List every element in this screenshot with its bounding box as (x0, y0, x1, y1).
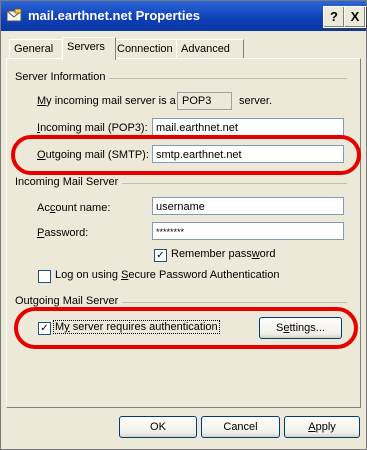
mail-envelope-icon (6, 8, 22, 22)
incoming-mail-field[interactable]: mail.earthnet.net (152, 118, 344, 136)
remember-password-label: Remember password (171, 248, 276, 260)
requires-auth-checkbox[interactable]: ✓ (38, 322, 51, 335)
password-field[interactable]: ******** (152, 222, 344, 240)
properties-dialog: mail.earthnet.net Properties ? X General… (0, 0, 367, 450)
ok-button[interactable]: OK (119, 416, 197, 438)
servers-tab-panel: Server Information My incoming mail serv… (6, 58, 361, 408)
tab-general[interactable]: General (9, 39, 67, 59)
incoming-server-heading: Incoming Mail Server (15, 176, 123, 188)
title-bar[interactable]: mail.earthnet.net Properties ? X (1, 1, 366, 31)
incoming-type-label: My incoming mail server is a (37, 95, 176, 107)
requires-auth-label: My server requires authentication (53, 320, 220, 334)
apply-button[interactable]: Apply (284, 416, 360, 438)
outgoing-server-heading: Outgoing Mail Server (15, 295, 123, 307)
spa-label: Log on using Secure Password Authenticat… (55, 269, 280, 281)
incoming-type-suffix: server. (239, 95, 273, 107)
incoming-type-value: POP3 (177, 92, 232, 110)
outgoing-mail-label: Outgoing mail (SMTP): (37, 149, 149, 161)
incoming-mail-label: Incoming mail (POP3): (37, 122, 148, 134)
close-button[interactable]: X (344, 6, 366, 28)
tab-advanced[interactable]: Advanced (176, 39, 244, 59)
server-info-heading: Server Information (15, 71, 110, 83)
outgoing-mail-field[interactable]: smtp.earthnet.net (152, 145, 344, 163)
settings-button[interactable]: Settings... (259, 317, 342, 339)
account-name-field[interactable]: username (152, 197, 344, 215)
help-button[interactable]: ? (323, 6, 345, 28)
password-label: Password: (37, 227, 89, 239)
spa-checkbox[interactable] (38, 270, 51, 283)
cancel-button[interactable]: Cancel (201, 416, 280, 438)
window-title: mail.earthnet.net Properties (28, 8, 200, 23)
tab-connection[interactable]: Connection (112, 39, 181, 59)
remember-password-checkbox[interactable]: ✓ (154, 249, 167, 262)
account-name-label: Account name: (37, 202, 111, 214)
tab-servers[interactable]: Servers (62, 37, 116, 60)
